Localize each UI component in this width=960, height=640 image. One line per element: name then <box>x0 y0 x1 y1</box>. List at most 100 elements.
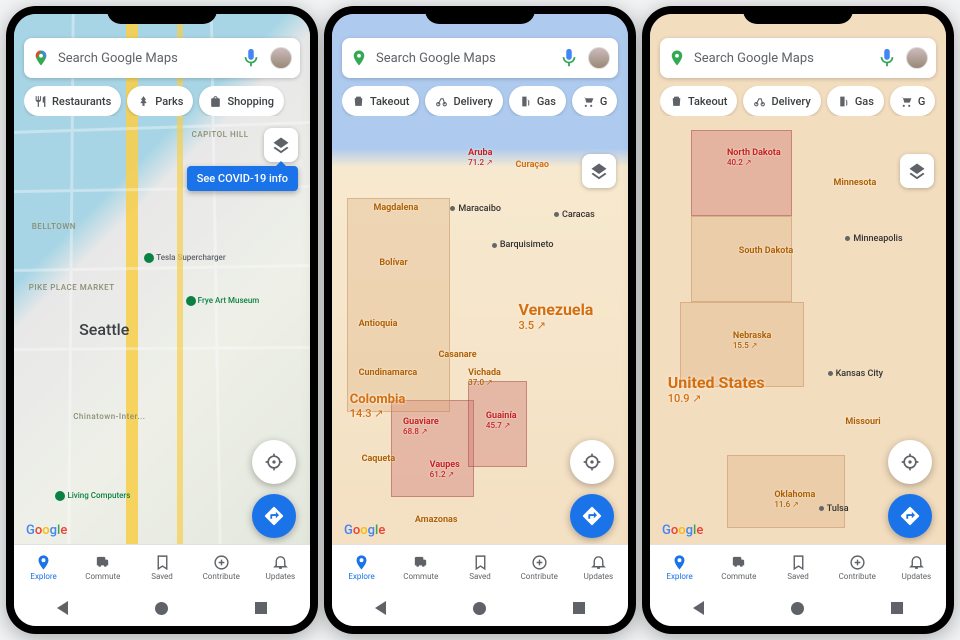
city-marker[interactable]: Tulsa <box>819 504 849 514</box>
directions-button[interactable] <box>252 494 296 538</box>
home-button[interactable] <box>155 602 168 615</box>
android-nav-bar <box>650 590 946 626</box>
city-marker[interactable]: Barquisimeto <box>492 240 554 250</box>
region-label[interactable]: Vichada37.0 ↗ <box>468 369 501 388</box>
region-label[interactable]: Minnesota <box>834 179 877 189</box>
nav-explore[interactable]: Explore <box>332 545 391 590</box>
region-label[interactable]: Cundinamarca <box>359 369 418 379</box>
back-button[interactable] <box>693 601 704 615</box>
nav-updates[interactable]: Updates <box>251 545 310 590</box>
chip-takeout[interactable]: Takeout <box>660 86 737 116</box>
nav-saved[interactable]: Saved <box>450 545 509 590</box>
crosshair-icon <box>900 452 920 472</box>
search-placeholder: Search Google Maps <box>376 51 550 66</box>
region-label[interactable]: Nebraska15.5 ↗ <box>733 332 772 351</box>
home-button[interactable] <box>791 602 804 615</box>
search-bar[interactable]: Search Google Maps <box>24 38 300 78</box>
region-label[interactable]: North Dakota40.2 ↗ <box>727 149 781 168</box>
locate-button[interactable] <box>252 440 296 484</box>
poi-marker[interactable]: Living Computers <box>55 491 130 501</box>
nav-commute[interactable]: Commute <box>391 545 450 590</box>
mic-icon[interactable] <box>876 47 898 69</box>
locate-button[interactable] <box>888 440 932 484</box>
chip-groceries[interactable]: G <box>572 86 618 116</box>
nav-contribute[interactable]: Contribute <box>510 545 569 590</box>
back-button[interactable] <box>57 601 68 615</box>
region-label[interactable]: Missouri <box>845 418 880 428</box>
region-label[interactable]: Curaçao <box>516 161 549 171</box>
region-label[interactable]: Amazonas <box>415 516 458 526</box>
search-bar[interactable]: Search Google Maps <box>660 38 936 78</box>
home-button[interactable] <box>473 602 486 615</box>
pin-icon <box>35 554 52 571</box>
recent-button[interactable] <box>891 602 903 614</box>
recent-button[interactable] <box>255 602 267 614</box>
mic-icon[interactable] <box>558 47 580 69</box>
chip-takeout[interactable]: Takeout <box>342 86 419 116</box>
chip-shopping[interactable]: Shopping <box>199 86 284 116</box>
covid-tooltip[interactable]: See COVID-19 info <box>187 166 298 191</box>
region-label[interactable]: Bolívar <box>379 259 407 269</box>
nav-saved[interactable]: Saved <box>132 545 191 590</box>
region-label[interactable]: Antioquia <box>359 320 398 330</box>
region-label[interactable]: Guainía45.7 ↗ <box>486 412 517 431</box>
chip-groceries[interactable]: G <box>890 86 936 116</box>
mic-icon[interactable] <box>240 47 262 69</box>
region-label[interactable]: Magdalena <box>373 204 418 214</box>
chip-delivery[interactable]: Delivery <box>425 86 502 116</box>
area-label: PIKE PLACE MARKET <box>29 283 115 292</box>
city-marker[interactable]: Minneapolis <box>845 234 902 244</box>
layers-button[interactable] <box>900 154 934 188</box>
region-label[interactable]: Guaviare68.8 ↗ <box>403 418 439 437</box>
nav-updates[interactable]: Updates <box>569 545 628 590</box>
recent-button[interactable] <box>573 602 585 614</box>
account-avatar[interactable] <box>270 47 292 69</box>
city-marker[interactable]: Maracaibo <box>450 204 501 214</box>
region-label[interactable]: South Dakota <box>739 247 793 257</box>
region-label[interactable]: Casanare <box>439 351 477 361</box>
chip-restaurants[interactable]: Restaurants <box>24 86 121 116</box>
account-avatar[interactable] <box>588 47 610 69</box>
nav-saved[interactable]: Saved <box>768 545 827 590</box>
city-marker[interactable]: Caracas <box>554 210 595 220</box>
city-marker[interactable]: Kansas City <box>828 369 883 379</box>
account-avatar[interactable] <box>906 47 928 69</box>
layers-button[interactable] <box>582 154 616 188</box>
area-label: BELLTOWN <box>32 222 76 231</box>
bag-icon <box>209 95 222 108</box>
nav-contribute[interactable]: Contribute <box>192 545 251 590</box>
chip-parks[interactable]: Parks <box>127 86 193 116</box>
takeout-icon <box>670 95 683 108</box>
nav-explore[interactable]: Explore <box>14 545 73 590</box>
nav-updates[interactable]: Updates <box>887 545 946 590</box>
nav-contribute[interactable]: Contribute <box>828 545 887 590</box>
android-nav-bar <box>332 590 628 626</box>
poi-marker[interactable]: Frye Art Museum <box>186 296 260 306</box>
locate-button[interactable] <box>570 440 614 484</box>
directions-button[interactable] <box>888 494 932 538</box>
bookmark-icon <box>790 554 807 571</box>
layers-icon <box>908 162 926 180</box>
chip-delivery[interactable]: Delivery <box>743 86 820 116</box>
poi-marker[interactable]: Tesla Supercharger <box>144 253 225 263</box>
chip-gas[interactable]: Gas <box>827 86 884 116</box>
bookmark-icon <box>154 554 171 571</box>
region-label[interactable]: Oklahoma11.6 ↗ <box>774 491 815 510</box>
region-label[interactable]: Aruba71.2 ↗ <box>468 149 493 168</box>
region-label[interactable]: Caqueta <box>362 455 396 465</box>
commute-icon <box>412 554 429 571</box>
takeout-icon <box>352 95 365 108</box>
maps-logo-icon <box>350 49 368 67</box>
nav-commute[interactable]: Commute <box>709 545 768 590</box>
region-label[interactable]: Vaupes61.2 ↗ <box>430 461 460 480</box>
nav-commute[interactable]: Commute <box>73 545 132 590</box>
commute-icon <box>730 554 747 571</box>
commute-icon <box>94 554 111 571</box>
layers-button[interactable] <box>264 128 298 162</box>
chip-gas[interactable]: Gas <box>509 86 566 116</box>
country-label: Colombia14.3 ↗ <box>350 393 406 419</box>
directions-button[interactable] <box>570 494 614 538</box>
nav-explore[interactable]: Explore <box>650 545 709 590</box>
search-bar[interactable]: Search Google Maps <box>342 38 618 78</box>
back-button[interactable] <box>375 601 386 615</box>
